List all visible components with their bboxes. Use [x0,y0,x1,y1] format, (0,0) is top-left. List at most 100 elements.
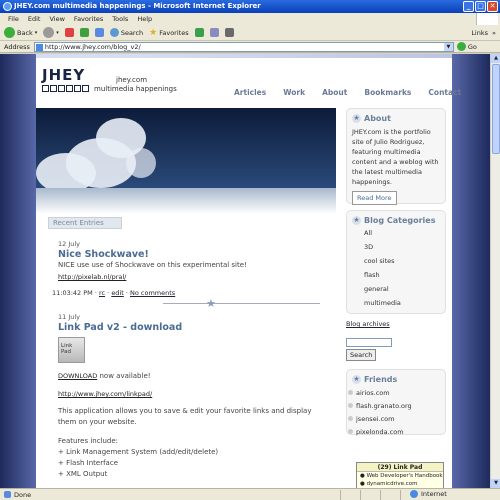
window-controls: _ □ ✕ [463,1,498,12]
nav-bookmarks[interactable]: Bookmarks [364,88,411,97]
category-item[interactable]: general [364,285,440,299]
favorites-button[interactable]: ★ Favorites [149,28,188,38]
friend-link[interactable]: pixelonda.com [348,425,440,438]
post-text: NICE use use of Shockwave on this experi… [58,261,247,269]
maximize-button[interactable]: □ [475,1,486,12]
categories-heading: Blog Categories [364,216,436,225]
status-text: Done [14,490,32,499]
scroll-down-icon[interactable]: ▼ [491,479,500,488]
category-item[interactable]: All [364,229,440,243]
friend-link[interactable]: flash.granato.org [348,399,440,412]
forward-dropdown-icon[interactable]: ▾ [56,30,59,36]
search-icon [109,28,119,37]
address-dropdown-icon[interactable]: ▼ [443,42,453,51]
minimize-button[interactable]: _ [463,1,474,12]
category-item[interactable]: cool sites [364,257,440,271]
category-item[interactable]: 3D [364,243,440,257]
web-viewport: JHEY jhey.com multimedia happenings Arti… [0,54,490,488]
ie-icon [3,2,12,11]
nav-work[interactable]: Work [283,88,305,97]
close-button[interactable]: ✕ [487,1,498,12]
search-submit-button[interactable]: Search [346,349,377,361]
forward-button[interactable]: ▾ [43,27,59,38]
category-item[interactable]: flash [364,271,440,285]
post-title[interactable]: Nice Shockwave! [58,249,320,260]
scroll-thumb[interactable] [492,64,500,154]
site-tagline: multimedia happenings [94,85,177,93]
scroll-up-icon[interactable]: ▲ [491,54,500,63]
friends-heading: Friends [364,375,398,384]
download-link[interactable]: DOWNLOAD [58,372,97,380]
recent-entries-tab[interactable]: Recent Entries [48,217,122,229]
links-label[interactable]: Links [471,29,488,37]
nav-articles[interactable]: Articles [234,88,266,97]
menu-tools[interactable]: Tools [112,15,128,23]
nav-about[interactable]: About [322,88,347,97]
post-download-line: DOWNLOAD now available! [58,372,151,380]
menu-help[interactable]: Help [137,15,152,23]
nav-contact[interactable]: Contact [428,88,461,97]
search-input[interactable] [346,338,392,347]
linkpad-title: (29) Link Pad [357,463,443,472]
go-arrow-icon [456,42,466,51]
linkpad-item[interactable]: ● dynamicdrive.com [357,480,443,488]
post-edit-link[interactable]: edit [111,289,123,297]
windows-logo-icon [476,13,498,25]
bullet-icon [348,429,353,434]
background-right [452,54,490,488]
category-item[interactable]: multimedia [364,299,440,313]
background-left [0,54,36,488]
about-text: JHEY.com is the portfolio site of Julio … [352,128,439,186]
blog-archives-link[interactable]: Blog archives [346,320,446,328]
post: 12 July Nice Shockwave! NICE use use of … [52,240,320,297]
page-icon [35,43,43,51]
search-button[interactable]: Search [109,28,143,37]
status-bar: Done Internet [0,488,500,500]
stop-icon[interactable] [64,28,74,37]
post-rc-link[interactable]: rc [99,289,105,297]
friend-link[interactable]: airios.com [348,386,440,399]
menu-file[interactable]: File [8,15,19,23]
links-chevron-icon[interactable]: » [492,29,496,37]
category-list: All 3D cool sites flash general multimed… [352,229,440,313]
back-button[interactable]: Back ▾ [4,27,37,38]
post-date: 12 July [58,240,81,248]
feature-item: + Link Management System (add/edit/delet… [58,448,219,456]
post-link[interactable]: http://www.jhey.com/linkpad/ [58,390,320,398]
menu-view[interactable]: View [49,15,64,23]
post-divider: ★ [58,297,320,311]
feature-item: + Flash Interface [58,459,118,467]
friend-link[interactable]: jsensei.com [348,412,440,425]
linkpad-thumbnail[interactable]: Link Pad [58,337,85,363]
vertical-scrollbar[interactable]: ▲ ▼ [490,54,500,488]
star-icon: ★ [352,216,361,225]
post-meta: 11:03:42 PM · rc · edit · No comments [52,289,176,297]
mail-icon[interactable] [209,28,219,37]
post-description: This application allows you to save & ed… [58,407,312,426]
history-icon[interactable] [194,28,204,37]
refresh-icon[interactable] [79,28,89,37]
blog-posts: 12 July Nice Shockwave! NICE use use of … [52,240,320,480]
post-comments-link[interactable]: No comments [130,289,175,297]
features-title: Features include: [58,437,119,445]
sidebar: ★ About JHEY.com is the portfolio site o… [346,108,446,441]
menu-edit[interactable]: Edit [28,15,41,23]
address-input[interactable]: http://www.jhey.com/blog_v2/ ▼ [33,41,454,52]
site-logo[interactable]: JHEY [42,66,85,84]
globe-icon [410,490,418,498]
post-title[interactable]: Link Pad v2 - download [58,322,320,333]
post-link[interactable]: http://pixelab.nl/pral/ [58,273,320,281]
linkpad-item[interactable]: ● Web Developer's Handbook [357,472,443,480]
menu-favorites[interactable]: Favorites [74,15,103,23]
site-header: JHEY jhey.com multimedia happenings Arti… [36,58,461,104]
print-icon[interactable] [224,28,234,37]
home-icon[interactable] [94,28,104,37]
read-more-button[interactable]: Read More [352,191,397,205]
go-button[interactable]: Go [456,42,477,51]
logo-boxes [42,85,89,92]
window-titlebar: JHEY.com multimedia happenings - Microso… [0,0,500,13]
back-dropdown-icon[interactable]: ▾ [35,30,38,36]
address-bar: Address http://www.jhey.com/blog_v2/ ▼ G… [0,41,500,53]
header-banner-image [36,108,336,188]
star-icon: ★ [352,114,361,123]
